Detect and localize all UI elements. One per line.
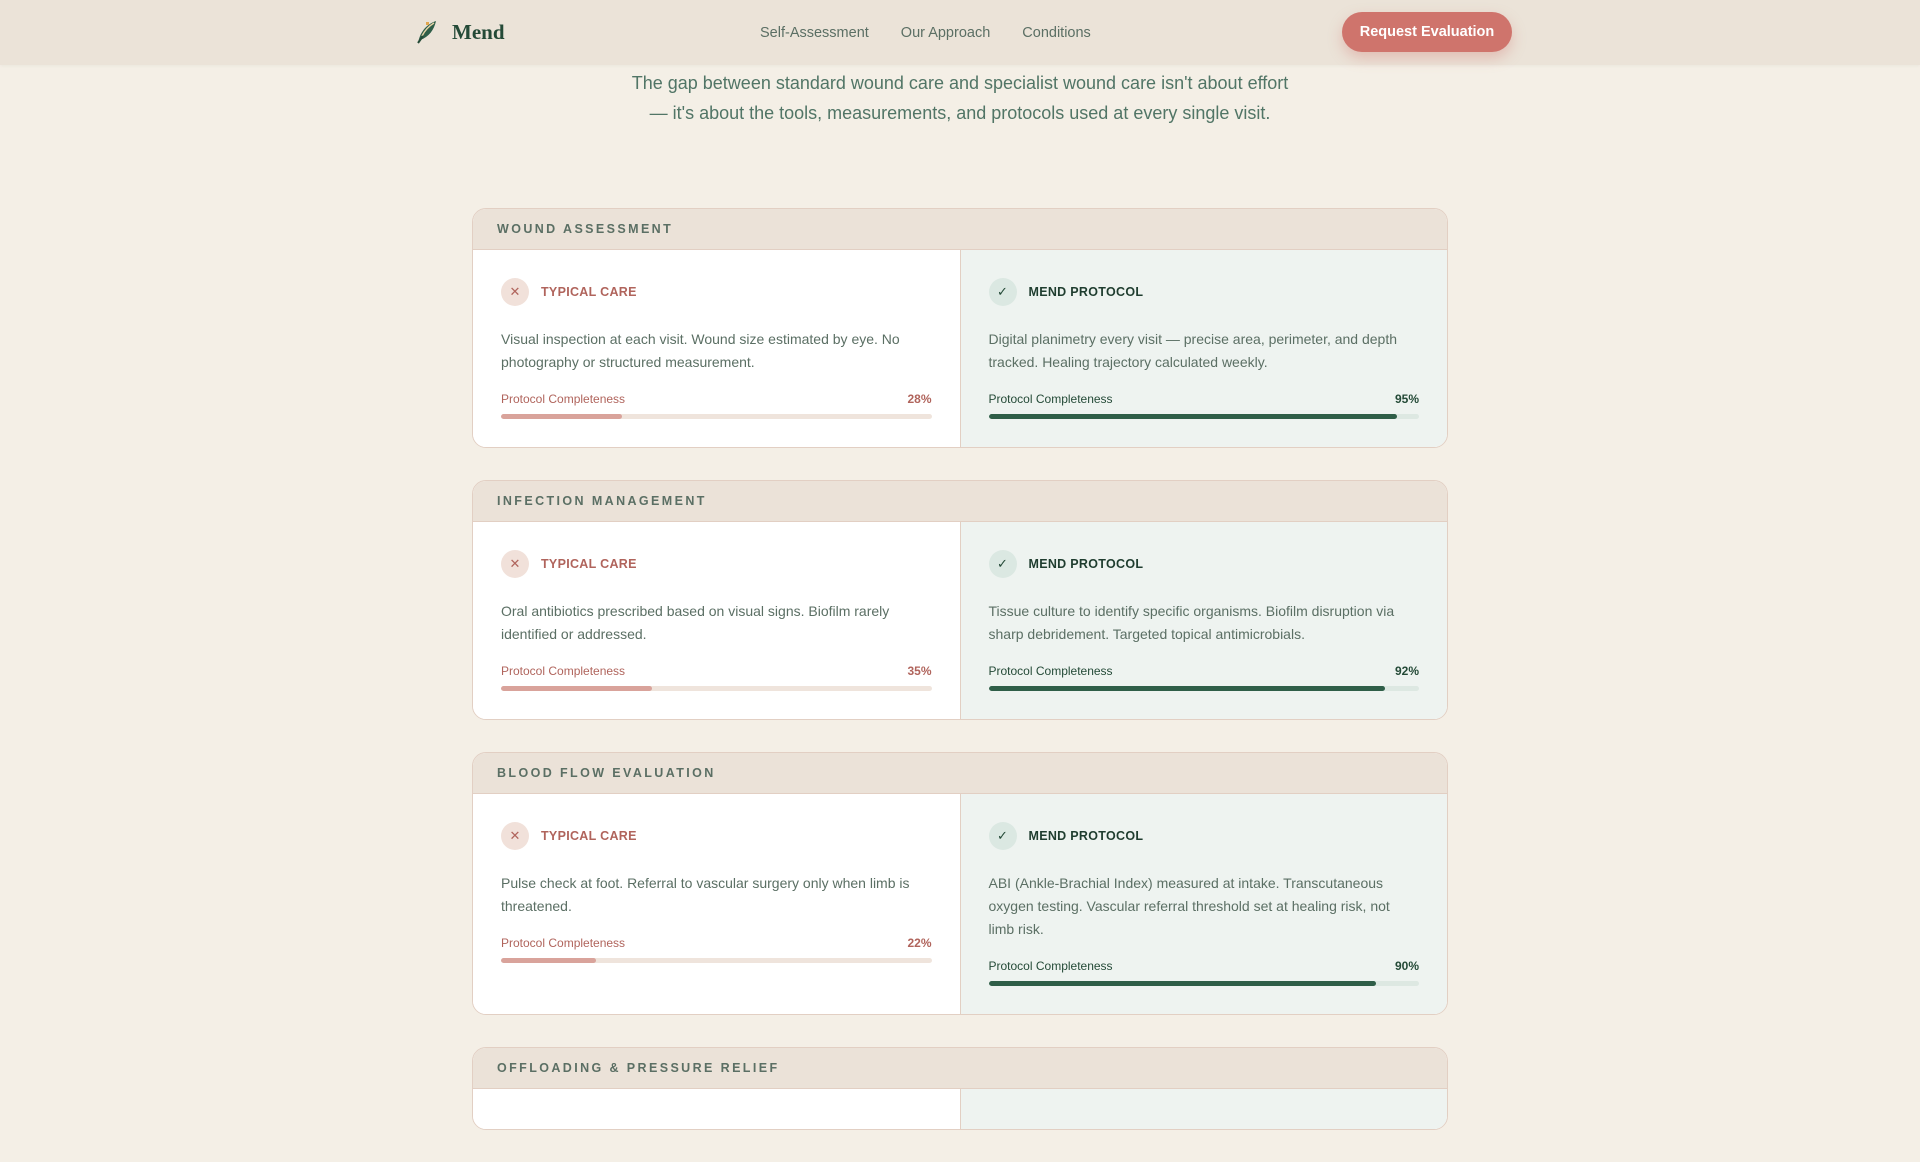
typical-care-label: TYPICAL CARE [541, 557, 637, 571]
section-title: BLOOD FLOW EVALUATION [473, 753, 1447, 794]
column-header: ✕ TYPICAL CARE [501, 550, 932, 578]
close-icon: ✕ [501, 822, 529, 850]
typical-care-description: Oral antibiotics prescribed based on vis… [501, 603, 890, 642]
completeness-metric: Protocol Completeness 35% [501, 664, 932, 678]
metric-label: Protocol Completeness [501, 392, 626, 406]
nav-self-assessment[interactable]: Self-Assessment [760, 25, 869, 41]
mend-protocol-column [960, 1089, 1447, 1129]
section-body: ✕ TYPICAL CARE Pulse check at foot. Refe… [473, 794, 1447, 1014]
completeness-metric: Protocol Completeness 92% [989, 664, 1420, 678]
section-offloading-pressure-relief: OFFLOADING & PRESSURE RELIEF [472, 1047, 1448, 1130]
completeness-metric: Protocol Completeness 22% [501, 936, 932, 950]
completeness-metric: Protocol Completeness 28% [501, 392, 932, 406]
metric-label: Protocol Completeness [988, 959, 1113, 973]
mend-protocol-label: MEND PROTOCOL [1028, 829, 1144, 843]
section-body [473, 1089, 1447, 1129]
section-infection-management: INFECTION MANAGEMENT ✕ TYPICAL CARE Oral… [472, 480, 1448, 720]
mend-protocol-description: Tissue culture to identify specific orga… [988, 603, 1395, 642]
brand-logo-link[interactable]: Mend [414, 18, 505, 46]
column-header: ✕ TYPICAL CARE [501, 278, 932, 306]
column-header: ✓ MEND PROTOCOL [988, 550, 1420, 578]
nav-our-approach[interactable]: Our Approach [901, 25, 990, 41]
column-header: ✕ TYPICAL CARE [501, 822, 932, 850]
close-icon: ✕ [501, 550, 529, 578]
check-icon: ✓ [988, 278, 1017, 306]
completeness-metric: Protocol Completeness 95% [989, 392, 1420, 406]
mend-protocol-column: ✓ MEND PROTOCOL Tissue culture to identi… [960, 522, 1447, 719]
typical-care-description: Visual inspection at each visit. Wound s… [501, 331, 900, 370]
section-body: ✕ TYPICAL CARE Visual inspection at each… [473, 250, 1447, 447]
completeness-bar-fill [988, 414, 1398, 419]
typical-care-column: ✕ TYPICAL CARE Visual inspection at each… [473, 250, 961, 447]
metric-value: 92% [1394, 664, 1419, 678]
brand-name: Mend [452, 19, 505, 44]
column-header: ✓ MEND PROTOCOL [988, 822, 1420, 850]
typical-care-description: Pulse check at foot. Referral to vascula… [501, 875, 910, 914]
mend-protocol-label: MEND PROTOCOL [1028, 557, 1144, 571]
column-header: ✓ MEND PROTOCOL [988, 278, 1420, 306]
intro-text: The gap between standard wound care and … [560, 68, 1360, 128]
check-icon: ✓ [988, 550, 1017, 578]
typical-care-column [473, 1089, 961, 1129]
completeness-bar-fill [501, 414, 622, 419]
typical-care-label: TYPICAL CARE [541, 829, 637, 843]
metric-value: 35% [907, 664, 932, 678]
intro-line-1: The gap between standard wound care and … [631, 73, 1289, 93]
completeness-bar [988, 981, 1419, 986]
main-nav: Self-Assessment Our Approach Conditions [760, 0, 1091, 65]
completeness-bar [501, 686, 932, 691]
metric-label: Protocol Completeness [501, 936, 626, 950]
comparison-sections: WOUND ASSESSMENT ✕ TYPICAL CARE Visual i… [472, 208, 1448, 1162]
completeness-bar [501, 414, 932, 419]
section-blood-flow-evaluation: BLOOD FLOW EVALUATION ✕ TYPICAL CARE Pul… [472, 752, 1448, 1015]
section-title: INFECTION MANAGEMENT [473, 481, 1447, 522]
typical-care-column: ✕ TYPICAL CARE Oral antibiotics prescrib… [473, 522, 961, 719]
site-header: Mend Self-Assessment Our Approach Condit… [0, 0, 1920, 65]
metric-value: 95% [1394, 392, 1419, 406]
mend-protocol-description: Digital planimetry every visit — precise… [988, 331, 1398, 370]
nav-conditions[interactable]: Conditions [1022, 25, 1091, 41]
check-icon: ✓ [988, 822, 1017, 850]
completeness-metric: Protocol Completeness 90% [989, 959, 1420, 973]
section-title: WOUND ASSESSMENT [473, 209, 1447, 250]
completeness-bar-fill [501, 686, 652, 691]
intro-line-2: — it's about the tools, measurements, an… [649, 103, 1271, 123]
mend-protocol-column: ✓ MEND PROTOCOL Digital planimetry every… [960, 250, 1447, 447]
typical-care-column: ✕ TYPICAL CARE Pulse check at foot. Refe… [473, 794, 961, 1014]
completeness-bar-fill [988, 686, 1385, 691]
metric-label: Protocol Completeness [501, 664, 626, 678]
metric-label: Protocol Completeness [988, 664, 1113, 678]
close-icon: ✕ [501, 278, 529, 306]
section-wound-assessment: WOUND ASSESSMENT ✕ TYPICAL CARE Visual i… [472, 208, 1448, 448]
metric-value: 22% [907, 936, 932, 950]
completeness-bar [988, 686, 1419, 691]
completeness-bar-fill [988, 981, 1376, 986]
typical-care-label: TYPICAL CARE [541, 285, 637, 299]
metric-label: Protocol Completeness [988, 392, 1113, 406]
mend-protocol-label: MEND PROTOCOL [1028, 285, 1144, 299]
section-body: ✕ TYPICAL CARE Oral antibiotics prescrib… [473, 522, 1447, 719]
mend-protocol-column: ✓ MEND PROTOCOL ABI (Ankle-Brachial Inde… [960, 794, 1447, 1014]
completeness-bar-fill [501, 958, 596, 963]
section-title: OFFLOADING & PRESSURE RELIEF [473, 1048, 1447, 1089]
metric-value: 90% [1394, 959, 1419, 973]
completeness-bar [501, 958, 932, 963]
completeness-bar [988, 414, 1419, 419]
mend-protocol-description: ABI (Ankle-Brachial Index) measured at i… [988, 875, 1390, 937]
metric-value: 28% [907, 392, 932, 406]
leaf-icon [417, 21, 436, 44]
request-evaluation-button[interactable]: Request Evaluation [1342, 12, 1512, 52]
